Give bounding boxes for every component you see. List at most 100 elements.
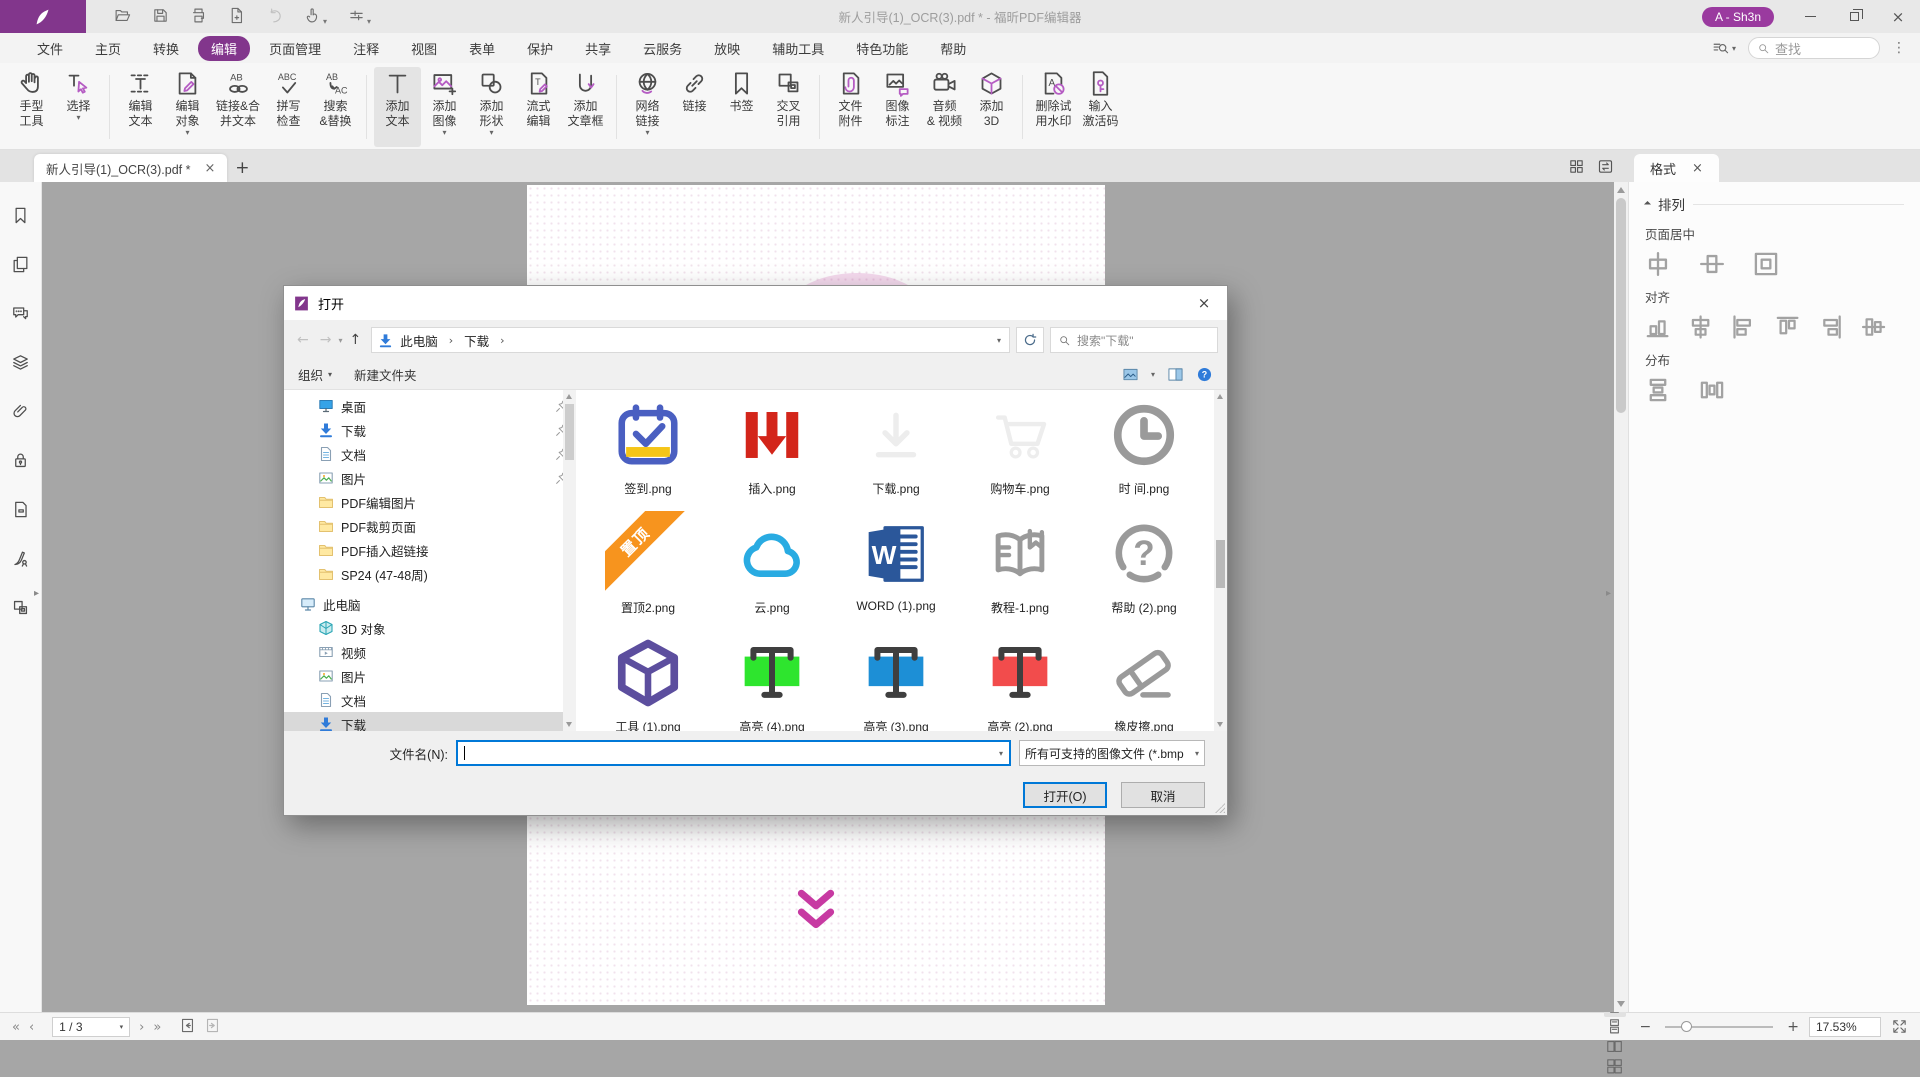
ribbon-button[interactable]: 输入激活码 — [1077, 67, 1124, 147]
view-pane-icon[interactable] — [1167, 367, 1184, 382]
file-item[interactable]: ?帮助 (2).png — [1082, 511, 1206, 619]
ribbon-button[interactable]: 添加文本 — [374, 67, 421, 147]
next-view-icon[interactable] — [204, 1017, 221, 1034]
folder-tree-item[interactable]: 视频 — [284, 640, 576, 664]
ribbon-button[interactable]: AB链接&合并文本 — [211, 67, 265, 147]
align-right-icon[interactable] — [1818, 314, 1843, 340]
refresh-button[interactable] — [1016, 327, 1044, 353]
file-item[interactable]: 时 间.png — [1082, 392, 1206, 500]
scroll-up-icon[interactable] — [1617, 187, 1625, 193]
filename-input[interactable]: ▾ — [456, 740, 1011, 766]
folder-tree-item[interactable]: 桌面 — [284, 394, 576, 418]
find-options-button[interactable]: ▾ — [1712, 40, 1736, 57]
breadcrumb-item[interactable]: 此电脑 — [398, 331, 440, 350]
align-left-icon[interactable] — [1731, 314, 1756, 340]
filename-dropdown-icon[interactable]: ▾ — [999, 749, 1003, 758]
dialog-titlebar[interactable]: 打开 × — [284, 286, 1227, 320]
menu-tab[interactable]: 页面管理 — [256, 36, 334, 61]
ribbon-button[interactable]: 文件附件 — [827, 67, 874, 147]
new-folder-button[interactable]: 新建文件夹 — [354, 365, 417, 384]
distribute-horizontal-icon[interactable] — [1699, 377, 1725, 403]
folder-tree-item[interactable]: 文档 — [284, 442, 576, 466]
dialog-close-button[interactable]: × — [1181, 286, 1227, 320]
destinations-panel-button[interactable] — [11, 500, 30, 522]
folder-tree-item[interactable]: 图片 — [284, 466, 576, 490]
zoom-out-icon[interactable]: − — [1640, 1019, 1652, 1035]
folder-tree-item[interactable]: 下载 — [284, 418, 576, 442]
ribbon-button[interactable]: 编辑对象▾ — [164, 67, 211, 147]
menu-tab[interactable]: 文件 — [24, 36, 76, 61]
bookmarks-panel-button[interactable] — [11, 206, 30, 228]
folder-tree-item[interactable]: 3D 对象 — [284, 616, 576, 640]
tab-close-icon[interactable]: × — [204, 161, 215, 176]
ribbon-button[interactable]: ABAC搜索&替换 — [312, 67, 359, 147]
folder-tree-item[interactable]: PDF编辑图片 — [284, 490, 576, 514]
scrollbar-thumb[interactable] — [1616, 198, 1626, 413]
undo-button[interactable] — [266, 7, 283, 27]
open-file-button[interactable] — [114, 7, 131, 27]
folder-tree-item[interactable]: PDF插入超链接 — [284, 538, 576, 562]
menu-tab[interactable]: 转换 — [140, 36, 192, 61]
distribute-vertical-icon[interactable] — [1645, 377, 1671, 403]
folder-tree-item[interactable]: SP24 (47-48周) — [284, 562, 576, 586]
align-top-icon[interactable] — [1775, 314, 1800, 340]
format-panel-tab[interactable]: 格式 × — [1634, 154, 1719, 182]
file-item[interactable]: 高亮 (2).png — [958, 630, 1082, 731]
menu-tab[interactable]: 主页 — [82, 36, 134, 61]
menu-tab[interactable]: 特色功能 — [843, 36, 921, 61]
center-both-icon[interactable] — [1753, 251, 1779, 277]
organize-button[interactable]: 组织▾ — [298, 365, 332, 384]
restore-button[interactable] — [1832, 0, 1876, 33]
ribbon-button[interactable]: 音频& 视频 — [921, 67, 968, 147]
menu-tab[interactable]: 表单 — [456, 36, 508, 61]
security-panel-button[interactable] — [11, 451, 30, 473]
view-options-icon[interactable]: ▾ — [1151, 371, 1155, 378]
comments-panel-button[interactable] — [11, 304, 30, 326]
resize-grip[interactable] — [1215, 803, 1225, 813]
file-item[interactable]: 购物车.png — [958, 392, 1082, 500]
file-item[interactable]: 置顶置顶2.png — [586, 511, 710, 619]
breadcrumb-item[interactable]: 下载 — [462, 331, 491, 350]
view-thumbnails-icon[interactable] — [1122, 367, 1139, 382]
ribbon-button[interactable]: 交叉引用 — [765, 67, 812, 147]
articles-panel-button[interactable] — [11, 598, 30, 620]
zoom-in-icon[interactable]: + — [1787, 1019, 1799, 1035]
first-page-icon[interactable]: « — [12, 1020, 20, 1035]
document-tab[interactable]: 新人引导(1)_OCR(3).pdf * × — [34, 154, 227, 182]
menu-tab[interactable]: 云服务 — [630, 36, 695, 61]
file-item[interactable]: 下载.png — [834, 392, 958, 500]
minimize-button[interactable] — [1788, 0, 1832, 33]
file-item[interactable]: 工具 (1).png — [586, 630, 710, 731]
help-icon[interactable]: ? — [1196, 367, 1213, 382]
center-horizontal-icon[interactable] — [1645, 251, 1671, 277]
align-vertical-center-icon[interactable] — [1688, 314, 1713, 340]
menu-tab[interactable]: 共享 — [572, 36, 624, 61]
folder-tree-item[interactable]: 文档 — [284, 688, 576, 712]
ribbon-button[interactable]: 选择▾ — [55, 67, 102, 147]
customize-toolbar-button[interactable]: ▾ — [348, 7, 371, 27]
ribbon-button[interactable]: 编辑文本 — [117, 67, 164, 147]
file-item[interactable]: 橡皮擦.png — [1082, 630, 1206, 731]
facing-continuous-button[interactable] — [1604, 1057, 1626, 1077]
center-vertical-icon[interactable] — [1699, 251, 1725, 277]
folder-tree-item[interactable]: 此电脑 — [284, 592, 576, 616]
print-button[interactable] — [190, 7, 207, 27]
zoom-slider-knob[interactable] — [1681, 1021, 1692, 1032]
panel-expand-arrow-left[interactable]: ▸ — [31, 580, 42, 606]
more-options-button[interactable]: ⋮ — [1892, 40, 1906, 56]
address-bar[interactable]: 此电脑›下载›▾ — [371, 327, 1010, 353]
folder-tree-item[interactable]: 图片 — [284, 664, 576, 688]
signature-panel-button[interactable] — [11, 549, 30, 571]
save-button[interactable] — [152, 7, 169, 27]
fullscreen-icon[interactable] — [1891, 1018, 1908, 1035]
menu-tab[interactable]: 辅助工具 — [759, 36, 837, 61]
section-collapse-icon[interactable] — [1644, 200, 1651, 207]
ribbon-button[interactable]: A删除试用水印 — [1030, 67, 1077, 147]
nav-forward-icon[interactable]: → — [316, 332, 336, 348]
last-page-icon[interactable]: » — [153, 1020, 161, 1035]
user-badge[interactable]: A - Sh3n — [1702, 7, 1774, 27]
continuous-page-button[interactable] — [1604, 1017, 1626, 1037]
open-button[interactable]: 打开(O) — [1023, 782, 1107, 808]
close-button[interactable]: × — [1876, 0, 1920, 33]
page-number-box[interactable]: 1 / 3 ▾ — [52, 1017, 130, 1037]
